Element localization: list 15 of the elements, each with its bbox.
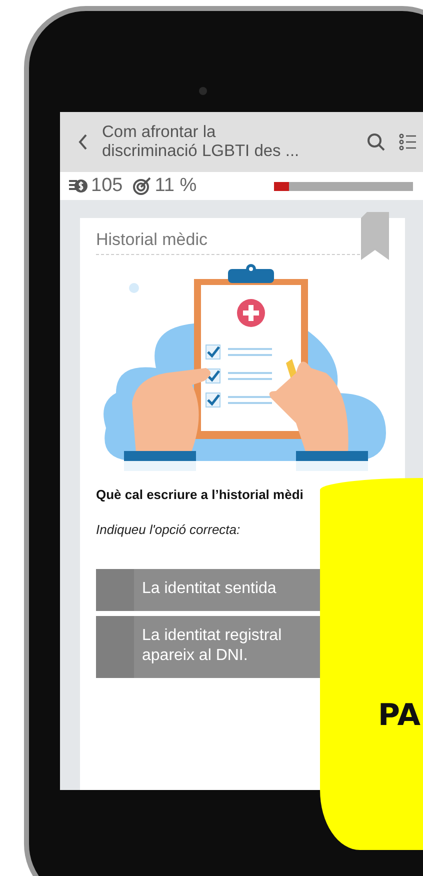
header-title: Com afrontar la discriminació LGBTI des ... [102,123,300,161]
progress-percent: 11 % [154,175,197,197]
coins-icon [68,177,88,195]
answer-option[interactable]: La identitat registral apareix al DNI. [96,616,320,678]
instruction-text: Indiqueu l'opció correcta: [96,522,242,537]
coins-count: 105 [91,175,123,197]
back-icon[interactable] [78,134,88,150]
camera-icon [199,87,207,95]
search-icon[interactable] [367,133,385,151]
target-icon [132,177,152,195]
answer-option[interactable]: La identitat sentida [96,569,320,611]
banner-text: PA [378,698,420,733]
card-title: Historial mèdic [96,230,365,255]
question-text: Què cal escriure a l’historial mèdi [96,487,304,502]
list-icon[interactable] [399,133,417,151]
